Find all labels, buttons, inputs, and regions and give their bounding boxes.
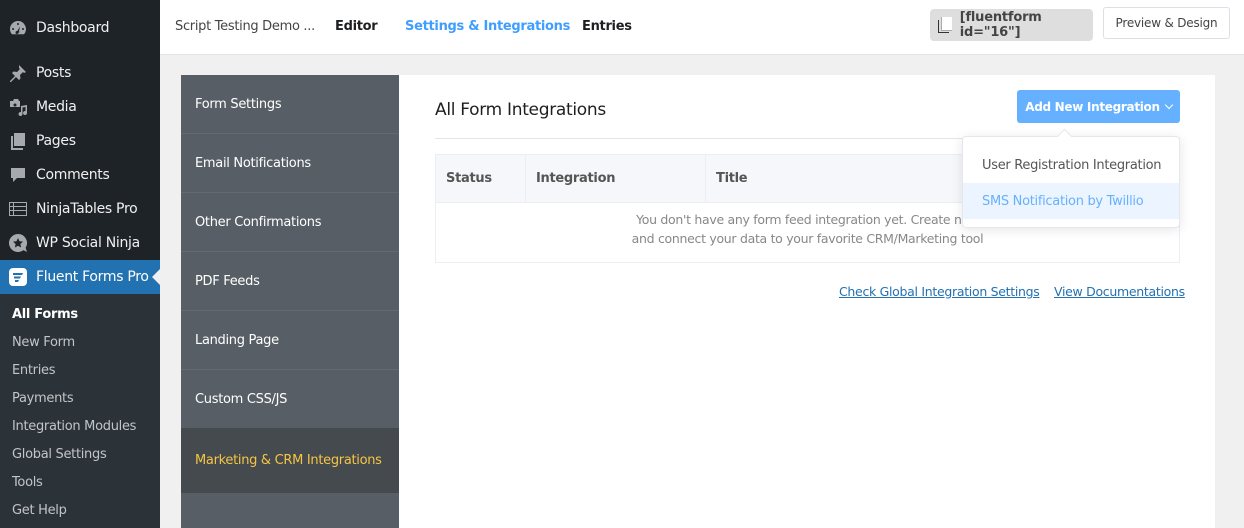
settings-nav-form-settings[interactable]: Form Settings	[181, 75, 399, 134]
wp-submenu: All Forms New Form Entries Payments Inte…	[0, 294, 160, 528]
wp-submenu-tools[interactable]: Tools	[12, 475, 43, 490]
wp-submenu-all-forms[interactable]: All Forms	[12, 307, 78, 322]
page-title: All Form Integrations	[435, 100, 606, 120]
wp-menu-ninjatables[interactable]: NinjaTables Pro	[0, 192, 160, 226]
wp-menu-media[interactable]: Media	[0, 90, 160, 124]
settings-nav-email-notifications[interactable]: Email Notifications	[181, 134, 399, 193]
wp-menu-pages[interactable]: Pages	[0, 124, 160, 158]
comment-icon	[0, 165, 36, 185]
wp-menu-posts[interactable]: Posts	[0, 56, 160, 90]
dropdown-item-sms-twillio[interactable]: SMS Notification by Twillio	[963, 183, 1179, 219]
column-header-status: Status	[436, 155, 526, 202]
star-bubble-icon	[0, 233, 36, 253]
add-integration-dropdown: User Registration Integration SMS Notifi…	[962, 136, 1180, 228]
pin-icon	[0, 63, 36, 83]
shortcode-text: [fluentform id="16"]	[959, 10, 1042, 40]
tab-settings-integrations[interactable]: Settings & Integrations	[405, 19, 570, 34]
wp-submenu-payments[interactable]: Payments	[12, 391, 74, 406]
wp-menu-label: Posts	[36, 65, 72, 81]
wp-menu-label: NinjaTables Pro	[36, 201, 138, 217]
wp-submenu-get-help[interactable]: Get Help	[12, 503, 67, 518]
wp-submenu-new-form[interactable]: New Form	[12, 335, 75, 350]
wp-menu-label: Pages	[36, 133, 76, 149]
wp-submenu-integration-modules[interactable]: Integration Modules	[12, 419, 136, 434]
wp-admin-sidebar: Dashboard Posts Media Pages Comments Nin…	[0, 0, 160, 528]
table-icon	[0, 199, 36, 219]
form-name: Script Testing Demo ...	[175, 19, 315, 34]
wp-submenu-global-settings[interactable]: Global Settings	[12, 447, 107, 462]
settings-nav-custom-css-js[interactable]: Custom CSS/JS	[181, 370, 399, 429]
view-documentations-link[interactable]: View Documentations	[1054, 284, 1185, 299]
empty-line-2: and connect your data to your favorite C…	[631, 231, 984, 246]
wp-menu-comments[interactable]: Comments	[0, 158, 160, 192]
form-editor-topbar: Script Testing Demo ... Editor Settings …	[160, 0, 1244, 55]
column-header-integration: Integration	[526, 155, 706, 202]
settings-nav-other-confirmations[interactable]: Other Confirmations	[181, 193, 399, 252]
check-global-settings-link[interactable]: Check Global Integration Settings	[839, 284, 1040, 299]
settings-nav-marketing-crm[interactable]: Marketing & CRM Integrations	[181, 428, 399, 493]
settings-nav: Form Settings Email Notifications Other …	[181, 75, 399, 528]
wp-menu-fluent-forms[interactable]: Fluent Forms Pro	[0, 260, 160, 294]
dropdown-item-user-registration[interactable]: User Registration Integration	[963, 147, 1179, 183]
add-button-label: Add New Integration	[1025, 99, 1160, 114]
wp-menu-label: Dashboard	[36, 20, 110, 36]
preview-design-button[interactable]: Preview & Design	[1103, 7, 1230, 39]
wp-menu-label: Media	[36, 99, 77, 115]
dashboard-icon	[0, 18, 36, 38]
tab-entries[interactable]: Entries	[582, 19, 632, 34]
wp-menu-label: WP Social Ninja	[36, 235, 140, 251]
tab-editor[interactable]: Editor	[335, 19, 378, 34]
copy-icon	[938, 17, 952, 33]
wp-menu-social-ninja[interactable]: WP Social Ninja	[0, 226, 160, 260]
settings-nav-landing-page[interactable]: Landing Page	[181, 311, 399, 370]
pages-icon	[0, 131, 36, 151]
wp-menu-label: Fluent Forms Pro	[36, 269, 149, 285]
wp-submenu-entries[interactable]: Entries	[12, 363, 55, 378]
wp-menu-dashboard[interactable]: Dashboard	[0, 11, 160, 45]
fluent-forms-icon	[0, 267, 36, 287]
shortcode-copy-button[interactable]: [fluentform id="16"]	[930, 9, 1093, 41]
chevron-down-icon	[1164, 100, 1173, 109]
media-icon	[0, 97, 36, 117]
wp-menu-label: Comments	[36, 167, 110, 183]
add-new-integration-button[interactable]: Add New Integration	[1017, 90, 1180, 123]
settings-nav-pdf-feeds[interactable]: PDF Feeds	[181, 252, 399, 311]
